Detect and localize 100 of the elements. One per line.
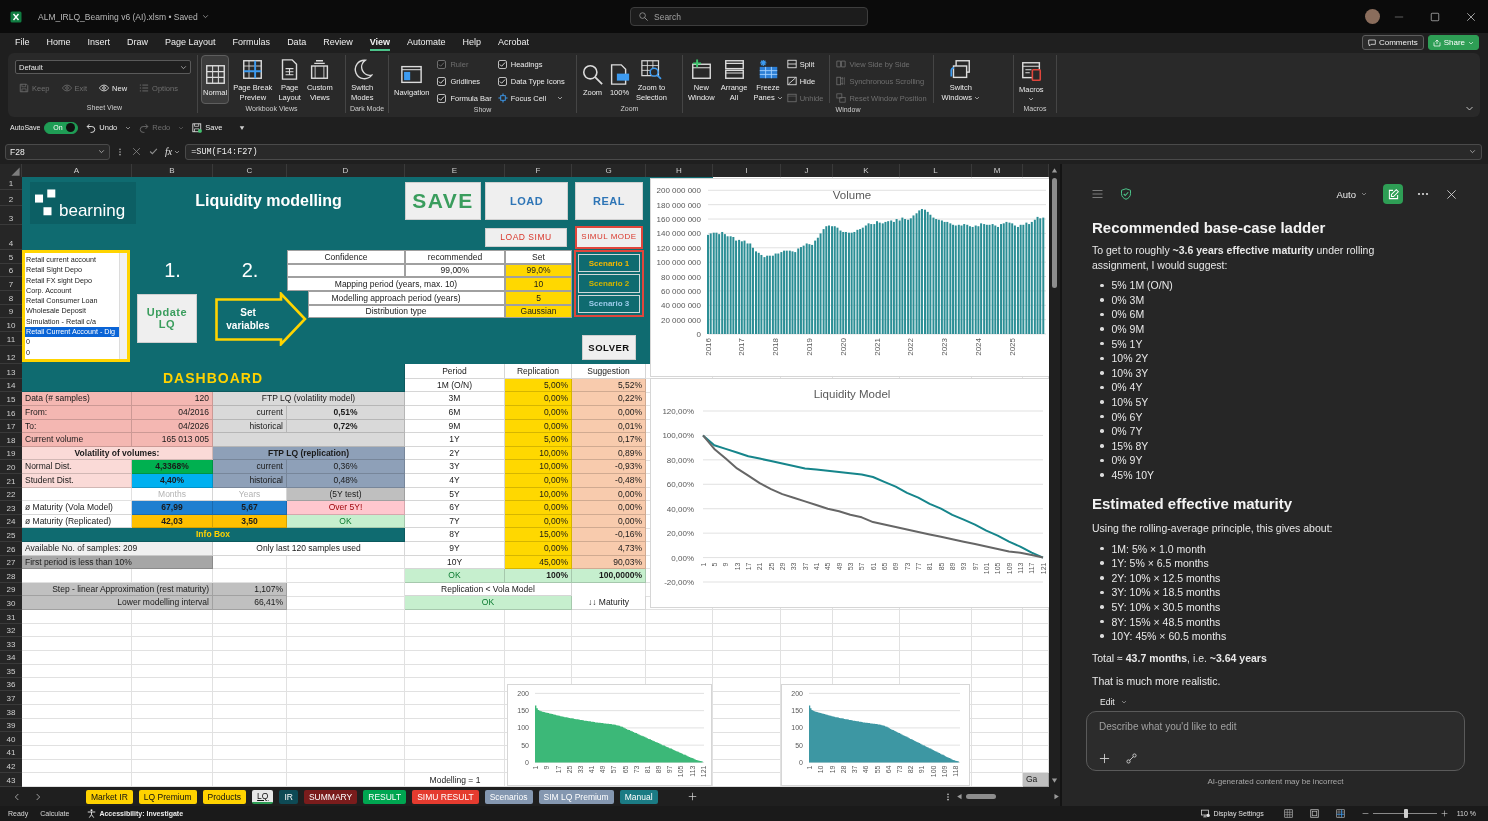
row-header[interactable]: 18: [0, 433, 22, 447]
row-header[interactable]: 2: [0, 190, 22, 206]
prompt-input[interactable]: Describe what you'd like to edit: [1099, 720, 1299, 734]
scenario-button[interactable]: Scenario 1: [578, 254, 640, 273]
menu-tab[interactable]: Data: [287, 34, 307, 51]
triangle-right-icon[interactable]: [1053, 793, 1060, 800]
row-header[interactable]: 16: [0, 406, 22, 420]
select-all-button[interactable]: [0, 164, 22, 177]
slider-thumb[interactable]: [1403, 809, 1408, 818]
page-break-icon[interactable]: [1335, 809, 1345, 818]
menu-icon[interactable]: [1091, 188, 1104, 200]
column-header[interactable]: J: [781, 164, 833, 177]
menu-tab[interactable]: Acrobat: [498, 34, 530, 51]
column-header[interactable]: G: [572, 164, 646, 177]
menu-tab[interactable]: Review: [323, 34, 353, 51]
row-header[interactable]: 38: [0, 705, 22, 719]
x-icon[interactable]: [132, 147, 141, 156]
checkmark-icon[interactable]: [149, 147, 158, 156]
formula-input[interactable]: =SUM(F14:F27): [191, 145, 492, 158]
menu-tab[interactable]: View: [369, 34, 390, 51]
plus-icon[interactable]: [1440, 810, 1448, 817]
row-header[interactable]: 5: [0, 250, 22, 264]
row-header[interactable]: 20: [0, 460, 22, 474]
close-icon[interactable]: [1466, 11, 1476, 22]
load-button[interactable]: LOAD: [485, 182, 568, 220]
column-header[interactable]: E: [405, 164, 505, 177]
menu-tab[interactable]: Formulas: [232, 34, 271, 51]
menu-tab[interactable]: Home: [46, 34, 71, 51]
chevron-left-icon[interactable]: [13, 792, 21, 801]
row-header[interactable]: 25: [0, 528, 22, 542]
row-header[interactable]: 43: [0, 773, 22, 787]
scrollbar-thumb[interactable]: [966, 794, 996, 799]
search-box[interactable]: Search: [630, 7, 868, 26]
caret-icon[interactable]: [239, 124, 246, 131]
column-header[interactable]: D: [287, 164, 405, 177]
chevron-down-icon[interactable]: [201, 13, 209, 20]
row-header[interactable]: 33: [0, 637, 22, 651]
row-header[interactable]: 40: [0, 732, 22, 746]
vertical-dots-icon[interactable]: [944, 792, 952, 801]
sheet-tab[interactable]: LQ: [252, 789, 274, 804]
caret-icon[interactable]: [125, 124, 132, 131]
plus-icon[interactable]: [687, 792, 697, 801]
column-header[interactable]: L: [900, 164, 972, 177]
column-header[interactable]: K: [833, 164, 900, 177]
insert-function-button[interactable]: fx: [165, 146, 173, 157]
minus-icon[interactable]: [1361, 810, 1369, 817]
row-header[interactable]: 35: [0, 664, 22, 678]
maximize-icon[interactable]: [1430, 11, 1440, 22]
prompt-box[interactable]: Describe what you'd like to edit: [1086, 711, 1465, 772]
simul-mode-button[interactable]: SIMUL MODE: [575, 226, 643, 249]
column-header[interactable]: F: [505, 164, 572, 177]
row-header[interactable]: 3: [0, 206, 22, 225]
caret-icon[interactable]: [174, 148, 181, 155]
row-header[interactable]: 37: [0, 691, 22, 706]
solver-button[interactable]: SOLVER: [582, 335, 636, 361]
sheet-tab[interactable]: IR: [279, 789, 298, 804]
menu-tab[interactable]: Insert: [87, 34, 111, 51]
row-header[interactable]: 30: [0, 596, 22, 610]
menu-tab[interactable]: Help: [462, 34, 482, 51]
column-header[interactable]: A: [22, 164, 132, 177]
sheet-tab[interactable]: Products: [202, 789, 247, 804]
sheet-tab[interactable]: SIMU RESULT: [412, 789, 479, 804]
row-header[interactable]: 42: [0, 759, 22, 774]
row-header[interactable]: 28: [0, 569, 22, 583]
chevron-right-icon[interactable]: [34, 792, 42, 801]
formula-box[interactable]: =SUM(F14:F27): [185, 143, 1482, 160]
real-button[interactable]: REAL: [575, 182, 643, 220]
menu-tab[interactable]: File: [15, 34, 30, 51]
sheet-tab[interactable]: LQ Premium: [138, 789, 197, 804]
row-header[interactable]: 4: [0, 225, 22, 250]
column-header[interactable]: M: [972, 164, 1023, 177]
chevron-down-icon[interactable]: [1465, 104, 1474, 113]
menu-tab[interactable]: Automate: [407, 34, 446, 51]
triangle-up-icon[interactable]: [1051, 167, 1058, 174]
column-header[interactable]: I: [713, 164, 781, 177]
scrollbar-thumb[interactable]: [1052, 178, 1057, 288]
row-header[interactable]: 15: [0, 392, 22, 406]
cell-reference-input[interactable]: F28: [10, 145, 50, 158]
plus-icon[interactable]: [1099, 753, 1110, 765]
menu-tab[interactable]: Draw: [127, 34, 149, 51]
avatar[interactable]: [1365, 9, 1380, 24]
row-header[interactable]: 1: [0, 177, 22, 190]
row-header[interactable]: 10: [0, 318, 22, 333]
row-header[interactable]: 23: [0, 501, 22, 515]
sheet-tab[interactable]: SUMMARY: [303, 789, 358, 804]
menu-tab[interactable]: Page Layout: [165, 34, 216, 51]
horizontal-scrollbar[interactable]: [956, 791, 1060, 802]
triangle-left-icon[interactable]: [956, 793, 963, 800]
page-icon[interactable]: [1309, 809, 1319, 818]
row-header[interactable]: 8: [0, 291, 22, 305]
set-variables-button[interactable]: Set variables: [215, 291, 307, 346]
name-box[interactable]: F28: [5, 143, 110, 160]
edit-dropdown[interactable]: Edit: [1100, 695, 1127, 710]
mode-dropdown[interactable]: Auto: [1336, 188, 1367, 200]
link-icon[interactable]: [1126, 753, 1137, 765]
vertical-dots-icon[interactable]: [116, 147, 124, 156]
search-input[interactable]: Search: [654, 10, 867, 23]
column-header[interactable]: B: [132, 164, 213, 177]
column-header[interactable]: C: [213, 164, 287, 177]
sheet-tab[interactable]: Manual: [619, 789, 658, 804]
